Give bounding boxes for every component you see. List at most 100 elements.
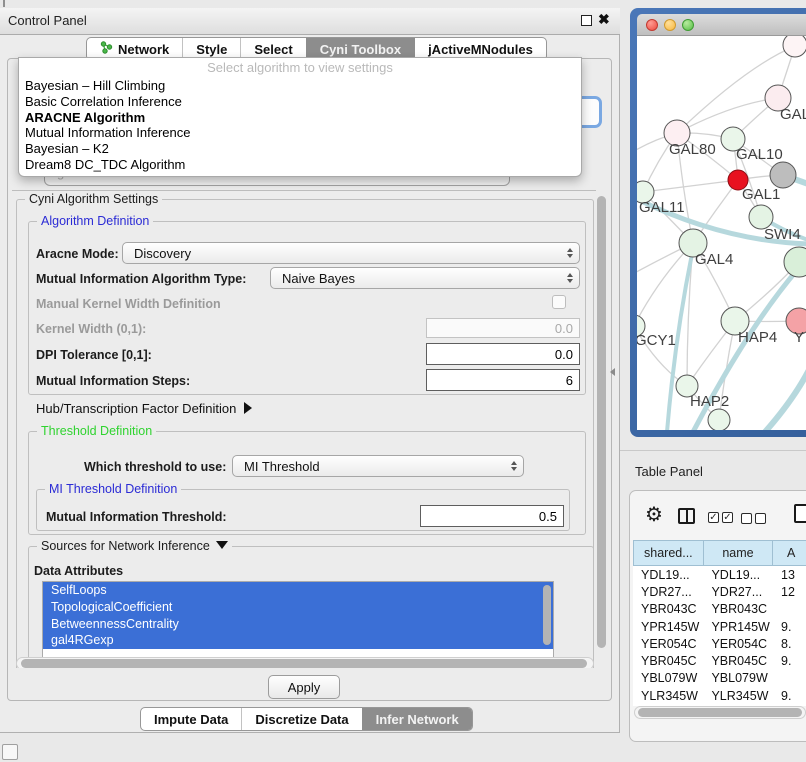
deselect-all-icon[interactable] <box>741 513 752 524</box>
data-attributes-label: Data Attributes <box>34 564 123 578</box>
close-window-icon[interactable] <box>646 19 658 31</box>
network-node-label: GAL1 <box>742 186 780 203</box>
table-cell: YDL19... <box>633 566 703 583</box>
network-node[interactable] <box>784 247 806 277</box>
data-attribute-item[interactable]: TopologicalCoefficient <box>43 599 553 616</box>
data-attribute-item[interactable]: BetweennessCentrality <box>43 616 553 633</box>
kernel-width-field[interactable]: 0.0 <box>426 318 580 338</box>
select-all-icon[interactable]: ✓ <box>708 512 719 523</box>
mi-steps-field[interactable]: 6 <box>426 369 580 391</box>
algorithm-popup-item[interactable]: ARACNE Algorithm <box>19 110 581 126</box>
algorithm-popup-item[interactable]: Basic Correlation Inference <box>19 94 581 110</box>
apply-button-label: Apply <box>288 680 321 695</box>
network-node-label: HAP2 <box>690 393 729 410</box>
attributes-list-scrollbar-thumb[interactable] <box>543 585 551 645</box>
page-icon[interactable] <box>794 504 806 523</box>
mi-threshold-field[interactable]: 0.5 <box>420 505 564 527</box>
network-node-label: HAP4 <box>738 329 777 346</box>
algorithm-popup-item[interactable]: Mutual Information Inference <box>19 125 581 141</box>
mi-threshold-label: Mutual Information Threshold: <box>46 510 227 524</box>
columns-icon[interactable] <box>678 508 695 524</box>
float-window-icon[interactable] <box>581 15 592 26</box>
network-edge[interactable] <box>643 180 738 192</box>
expand-right-icon <box>244 402 252 414</box>
aracne-mode-combo[interactable]: Discovery <box>122 242 580 264</box>
network-node-label: GAL10 <box>736 146 783 163</box>
mi-type-combo[interactable]: Naive Bayes <box>270 267 580 289</box>
stepper-arrows-icon <box>511 461 517 471</box>
manual-kernel-checkbox[interactable] <box>552 295 566 309</box>
deselect-all-icon[interactable] <box>755 513 766 524</box>
zoom-window-icon[interactable] <box>682 19 694 31</box>
tab-impute-data[interactable]: Impute Data <box>141 708 241 730</box>
table-cell: 9. <box>773 652 806 669</box>
network-node-label: Y <box>794 329 804 346</box>
mi-type-label: Mutual Information Algorithm Type: <box>36 272 246 286</box>
which-threshold-combo[interactable]: MI Threshold <box>232 455 524 477</box>
aracne-mode-label: Aracne Mode: <box>36 247 119 261</box>
table-cell: YBL079W <box>703 670 773 687</box>
table-row[interactable]: YLR345WYLR345W9. <box>633 687 806 704</box>
tab-infer-network[interactable]: Infer Network <box>362 708 472 730</box>
tab-label: Discretize Data <box>255 712 348 727</box>
table-cell: 8. <box>773 635 806 652</box>
table-cell: YBR043C <box>703 601 773 618</box>
table-column-header[interactable]: A <box>773 540 806 566</box>
table-row[interactable]: YDL19...YDL19...13 <box>633 566 806 583</box>
network-node-label: SWI4 <box>764 226 801 243</box>
table-row[interactable]: YER054CYER054C8. <box>633 635 806 652</box>
network-window-titlebar[interactable] <box>637 14 806 36</box>
tab-label: Cyni Toolbox <box>320 42 401 57</box>
network-edge-thick[interactable] <box>765 366 806 430</box>
table-hscrollbar-thumb[interactable] <box>638 708 802 717</box>
tab-label: Infer Network <box>376 712 459 727</box>
algorithm-popup-item[interactable]: Bayesian – K2 <box>19 141 581 157</box>
apply-button[interactable]: Apply <box>268 675 340 699</box>
table-cell <box>773 670 806 687</box>
algorithm-popup-item[interactable]: Dream8 DC_TDC Algorithm <box>19 157 581 173</box>
network-node[interactable] <box>770 162 796 188</box>
data-attribute-item[interactable]: gal4RGexp <box>43 632 553 649</box>
mi-steps-label: Mutual Information Steps: <box>36 374 190 388</box>
select-all-icon[interactable]: ✓ <box>722 512 733 523</box>
hub-definition-label: Hub/Transcription Factor Definition <box>36 401 236 416</box>
network-canvas[interactable]: GALGAL80GAL10GAL1GAL11SWI4GAL4GCY1HAP4YH… <box>637 36 806 430</box>
data-attribute-item[interactable]: SelfLoops <box>43 582 553 599</box>
close-icon[interactable]: ✖ <box>598 11 610 28</box>
sources-group-title[interactable]: Sources for Network Inference <box>37 539 232 553</box>
table-cell: YBL079W <box>633 670 703 687</box>
table-row[interactable]: YBR045CYBR045C9. <box>633 652 806 669</box>
corner-notch <box>3 0 5 7</box>
table-column-header[interactable]: shared... <box>633 540 704 566</box>
table-row[interactable]: YPR145WYPR145W9. <box>633 618 806 635</box>
splitter-collapse-arrow[interactable] <box>610 368 615 376</box>
which-threshold-label: Which threshold to use: <box>84 460 226 474</box>
dpi-tolerance-field[interactable]: 0.0 <box>426 343 580 365</box>
network-node[interactable] <box>783 36 806 57</box>
settings-hscrollbar-thumb[interactable] <box>21 659 587 668</box>
table-cell: YPR145W <box>633 618 703 635</box>
table-cell: YDR27... <box>633 583 703 600</box>
algorithm-popup-placeholder[interactable]: Select algorithm to view settings <box>19 58 581 78</box>
table-row[interactable]: YBL079WYBL079W <box>633 670 806 687</box>
algorithm-popup-item[interactable]: Bayesian – Hill Climbing <box>19 78 581 94</box>
tab-discretize-data[interactable]: Discretize Data <box>241 708 361 730</box>
minimize-window-icon[interactable] <box>664 19 676 31</box>
settings-vscrollbar-thumb[interactable] <box>597 196 606 648</box>
tab-label: jActiveMNodules <box>428 42 533 57</box>
table-column-header[interactable]: name <box>704 540 774 566</box>
table-cell: YBR045C <box>703 652 773 669</box>
network-node-label: GAL <box>780 106 806 123</box>
kernel-width-label: Kernel Width (0,1): <box>36 322 146 336</box>
network-node[interactable] <box>708 409 730 430</box>
control-panel-title: Control Panel <box>8 13 87 28</box>
hub-definition-expander[interactable]: Hub/Transcription Factor Definition <box>36 401 252 416</box>
network-icon <box>100 41 113 57</box>
table-row[interactable]: YDR27...YDR27...12 <box>633 583 806 600</box>
table-cell <box>773 601 806 618</box>
table-row[interactable]: YBR043CYBR043C <box>633 601 806 618</box>
show-panel-icon[interactable] <box>2 744 18 760</box>
network-edge[interactable] <box>677 98 778 133</box>
network-node-label: GCY1 <box>637 332 676 349</box>
gear-icon[interactable]: ⚙ <box>645 505 663 525</box>
